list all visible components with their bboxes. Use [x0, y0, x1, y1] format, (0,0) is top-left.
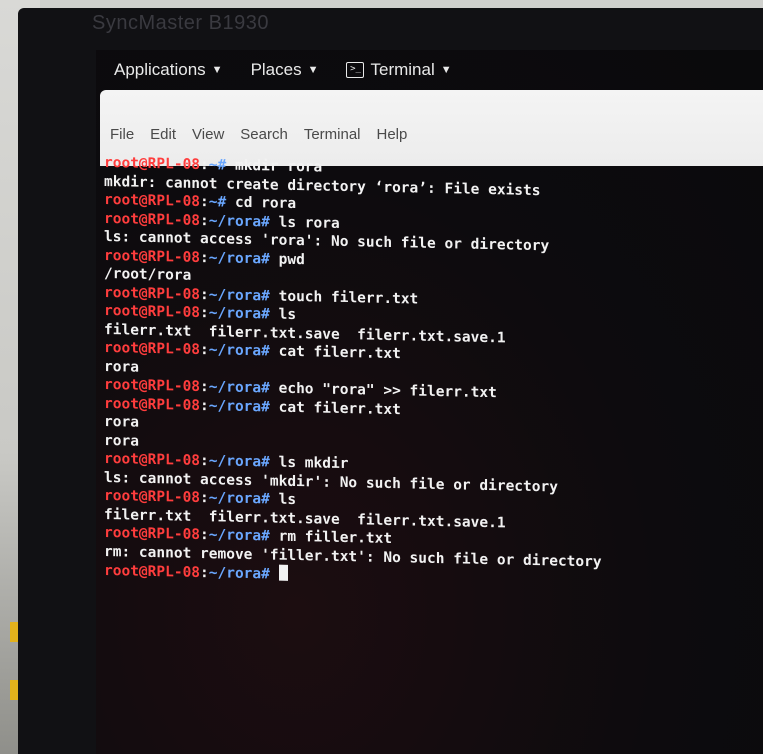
prompt-path: ~/rora# — [208, 249, 270, 267]
output-text: rora — [104, 414, 139, 431]
places-menu[interactable]: Places ▼ — [251, 60, 319, 80]
command-text: pwd — [269, 250, 305, 268]
places-label: Places — [250, 60, 302, 79]
terminal-icon: >_ — [346, 62, 365, 78]
command-text: mkdir rora — [226, 157, 323, 176]
prompt-separator: : — [200, 565, 209, 582]
prompt-separator: : — [200, 212, 209, 229]
prompt-separator: : — [200, 194, 209, 211]
prompt-path: ~/rora# — [208, 490, 270, 508]
chevron-down-icon: ▼ — [307, 64, 319, 76]
prompt-path: ~/rora# — [208, 397, 270, 415]
prompt-user: root@RPL-08 — [104, 563, 201, 582]
prompt-path: ~# — [208, 194, 227, 211]
command-text: rm filler.txt — [269, 528, 393, 548]
menu-help[interactable]: Help — [377, 126, 408, 143]
menu-view[interactable]: View — [192, 126, 224, 143]
prompt-user: root@RPL-08 — [104, 377, 201, 396]
prompt-user: root@RPL-08 — [104, 155, 201, 174]
command-text: ls — [269, 491, 297, 509]
prompt-separator: : — [200, 286, 209, 303]
prompt-separator: : — [200, 305, 209, 322]
output-text: /root/rora — [104, 266, 192, 284]
text-cursor — [278, 564, 288, 581]
prompt-separator: : — [200, 342, 209, 359]
chevron-down-icon: ▼ — [211, 64, 223, 76]
prompt-separator: : — [200, 157, 209, 174]
prompt-path: ~/rora# — [208, 379, 270, 397]
terminal-output[interactable]: root@RPL-08:~# mkdir rora mkdir: cannot c… — [104, 154, 763, 754]
prompt-separator: : — [200, 527, 209, 544]
command-text: cat filerr.txt — [269, 343, 401, 363]
top-panel: Applications ▼ Places ▼ >_ Terminal ▼ — [96, 50, 763, 90]
applications-menu[interactable]: Applications ▼ — [114, 60, 223, 80]
prompt-path: ~/rora# — [208, 453, 270, 471]
prompt-separator: : — [200, 453, 209, 470]
applications-label: Applications — [114, 60, 206, 79]
command-text: ls rora — [269, 213, 340, 232]
terminal-app-label: Terminal — [370, 60, 435, 79]
prompt-user: root@RPL-08 — [104, 395, 201, 414]
command-text: ls — [269, 306, 297, 324]
terminal-menubar: File Edit View Search Terminal Help — [110, 126, 407, 143]
output-text: rora — [104, 432, 139, 450]
menu-search[interactable]: Search — [240, 126, 288, 143]
prompt-separator: : — [200, 490, 209, 507]
prompt-separator: : — [200, 397, 209, 414]
prompt-path: ~/rora# — [208, 212, 270, 230]
prompt-user: root@RPL-08 — [104, 192, 201, 211]
command-text: ls mkdir — [269, 454, 349, 473]
output-text: rora — [104, 358, 139, 376]
terminal-app-menu[interactable]: >_ Terminal ▼ — [346, 60, 452, 80]
prompt-user: root@RPL-08 — [104, 303, 201, 322]
prompt-user: root@RPL-08 — [104, 488, 201, 507]
menu-file[interactable]: File — [110, 126, 134, 143]
prompt-user: root@RPL-08 — [104, 340, 201, 359]
command-text: echo "rora" >> filerr.txt — [269, 380, 497, 402]
command-text: cd rora — [226, 194, 297, 213]
prompt-separator: : — [200, 379, 209, 396]
prompt-path: ~/rora# — [208, 527, 270, 545]
menu-terminal[interactable]: Terminal — [304, 126, 361, 143]
monitor-brand: SyncMaster B1930 — [92, 12, 269, 34]
prompt-user: root@RPL-08 — [104, 284, 201, 303]
command-text: cat filerr.txt — [269, 398, 401, 418]
menu-edit[interactable]: Edit — [150, 126, 176, 143]
screen: Applications ▼ Places ▼ >_ Terminal ▼ Fi… — [96, 50, 763, 754]
command-text: touch filerr.txt — [269, 287, 419, 308]
prompt-separator: : — [200, 249, 209, 266]
prompt-user: root@RPL-08 — [104, 525, 201, 544]
prompt-path: ~/rora# — [208, 342, 270, 360]
prompt-user: root@RPL-08 — [104, 210, 201, 229]
prompt-path: ~/rora# — [208, 286, 270, 304]
prompt-path: ~/rora# — [208, 305, 270, 323]
prompt-path: ~# — [208, 157, 227, 174]
prompt-path: ~/rora# — [208, 565, 270, 583]
prompt-user: root@RPL-08 — [104, 247, 201, 266]
prompt-user: root@RPL-08 — [104, 451, 201, 470]
command-text — [270, 566, 279, 582]
chevron-down-icon: ▼ — [440, 64, 452, 76]
